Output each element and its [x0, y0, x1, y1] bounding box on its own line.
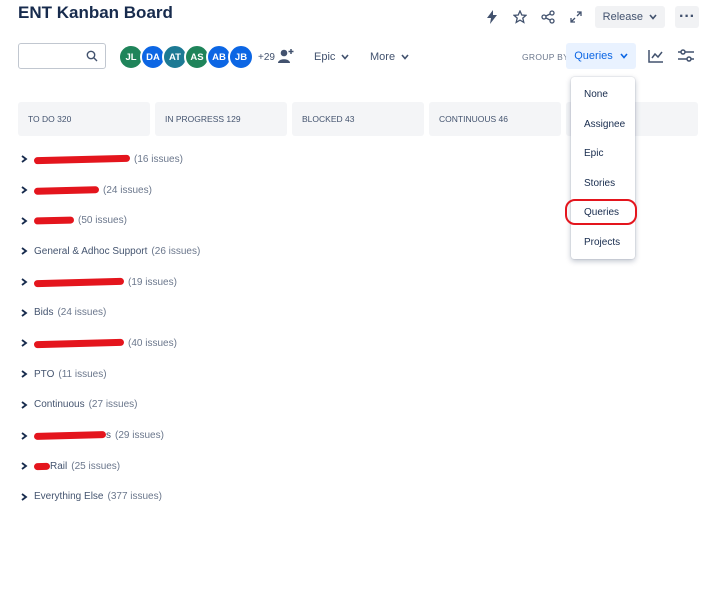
swimlane-row[interactable]: Everything Else (377 issues) — [20, 482, 200, 513]
swimlane-list: (16 issues) (24 issues) (50 issues) Gene… — [20, 144, 200, 512]
swimlane-name: Bids — [34, 307, 54, 319]
chevron-right-icon — [21, 401, 28, 409]
share-icon[interactable] — [539, 8, 557, 26]
group-by-menu: None Assignee Epic Stories Queries Proje… — [565, 77, 637, 259]
more-filters-label: More — [370, 51, 396, 63]
board-title: ENT Kanban Board — [18, 3, 173, 22]
release-button[interactable]: Release — [594, 6, 665, 28]
swimlane-count: (29 issues) — [115, 430, 164, 442]
chevron-down-icon — [341, 54, 350, 60]
swimlane-name: General & Adhoc Support — [34, 245, 148, 257]
chevron-right-icon — [21, 216, 28, 225]
automation-icon[interactable] — [483, 8, 501, 26]
column-in-progress: IN PROGRESS 129 — [155, 102, 287, 136]
chevron-down-icon — [649, 14, 657, 20]
swimlane-count: (25 issues) — [71, 460, 121, 472]
swimlane-count: (27 issues) — [88, 399, 138, 411]
redaction-mark — [33, 431, 107, 440]
swimlane-name: Everything Else — [34, 491, 104, 503]
swimlane-count: (16 issues) — [134, 153, 183, 165]
redaction-mark — [33, 185, 100, 195]
expand-icon[interactable] — [567, 8, 585, 26]
swimlane-count: (11 issues) — [58, 368, 107, 380]
more-actions-button[interactable]: ··· — [675, 6, 699, 28]
swimlane-count: (50 issues) — [78, 215, 127, 227]
redaction-mark — [33, 154, 131, 165]
column-continuous: CONTINUOUS 46 — [429, 102, 561, 136]
swimlane-name: PTO — [34, 368, 55, 380]
menu-item-none[interactable]: None — [571, 80, 635, 110]
group-by-value: Queries — [574, 50, 613, 62]
swimlane-row[interactable]: s (29 issues) — [20, 420, 200, 451]
search-icon — [86, 50, 98, 62]
release-label: Release — [602, 11, 643, 23]
menu-item-queries[interactable]: Queries — [565, 198, 637, 228]
swimlane-row[interactable]: Continuous (27 issues) — [20, 390, 200, 421]
top-actions: Release ··· — [483, 6, 699, 28]
swimlane-name: Rail — [50, 460, 68, 472]
chevron-right-icon — [21, 493, 28, 501]
avatar[interactable]: JB — [228, 44, 254, 70]
swimlane-row[interactable]: (24 issues) — [20, 175, 200, 206]
swimlane-row[interactable]: PTO (11 issues) — [20, 359, 200, 390]
avatar-overflow-count[interactable]: +29 — [258, 52, 275, 63]
swimlane-row[interactable]: (19 issues) — [20, 267, 200, 298]
swimlane-count: (24 issues) — [57, 307, 107, 319]
redaction-mark — [33, 462, 51, 470]
chevron-down-icon — [620, 53, 628, 59]
menu-item-epic[interactable]: Epic — [571, 139, 635, 169]
chevron-right-icon — [21, 155, 28, 164]
redaction-mark — [33, 216, 75, 225]
chevron-down-icon — [401, 54, 409, 60]
swimlane-row[interactable]: (50 issues) — [20, 205, 200, 236]
swimlane-count: (19 issues) — [128, 276, 177, 288]
star-icon[interactable] — [511, 8, 529, 26]
epic-filter-label: Epic — [314, 51, 336, 63]
chevron-right-icon — [21, 462, 28, 470]
group-by-button[interactable]: Queries — [566, 43, 636, 69]
swimlane-count: (377 issues) — [107, 491, 162, 503]
redaction-mark — [33, 338, 125, 349]
swimlane-row[interactable]: Bids (24 issues) — [20, 297, 200, 328]
swimlane-count: (40 issues) — [128, 337, 177, 349]
chevron-right-icon — [21, 431, 28, 440]
swimlane-row[interactable]: Rail (25 issues) — [20, 451, 200, 482]
view-settings-icon[interactable] — [676, 47, 696, 65]
epic-filter[interactable]: Epic — [314, 47, 350, 67]
swimlane-row[interactable]: General & Adhoc Support (26 issues) — [20, 236, 200, 267]
swimlane-name: s — [106, 430, 111, 442]
chevron-right-icon — [21, 186, 28, 194]
swimlane-count: (24 issues) — [103, 184, 152, 196]
chevron-right-icon — [21, 247, 28, 256]
menu-item-stories[interactable]: Stories — [571, 169, 635, 199]
group-by-label: GROUP BY — [522, 52, 570, 62]
swimlane-count: (26 issues) — [151, 245, 201, 257]
swimlane-row[interactable]: (40 issues) — [20, 328, 200, 359]
more-filters[interactable]: More — [370, 47, 409, 67]
swimlane-row[interactable]: (16 issues) — [20, 144, 200, 175]
chevron-right-icon — [21, 309, 28, 317]
search-input[interactable] — [18, 43, 106, 69]
menu-item-projects[interactable]: Projects — [571, 228, 635, 258]
avatar-group: JL DA AT AS AB JB +29 — [118, 44, 275, 70]
chevron-right-icon — [21, 370, 28, 378]
chevron-right-icon — [21, 278, 28, 286]
redaction-mark — [33, 277, 125, 287]
column-todo: TO DO 320 — [18, 102, 150, 136]
swimlane-name: Continuous — [34, 399, 85, 411]
menu-item-assignee[interactable]: Assignee — [571, 110, 635, 140]
chevron-right-icon — [21, 339, 28, 348]
column-blocked: BLOCKED 43 — [292, 102, 424, 136]
insights-icon[interactable] — [646, 47, 666, 65]
add-people-icon[interactable] — [276, 47, 296, 65]
